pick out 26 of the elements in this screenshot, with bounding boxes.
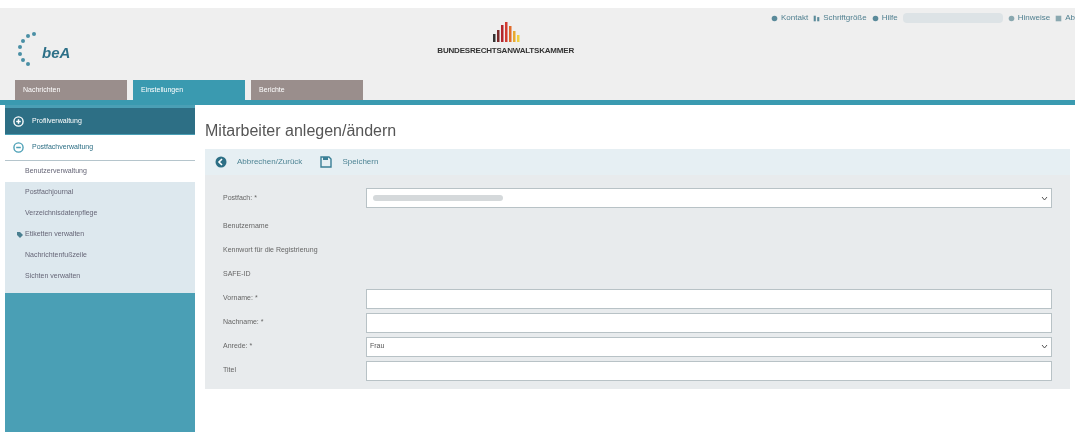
header-link[interactable]: Hinweise — [1007, 12, 1051, 24]
org-logo-icon — [490, 20, 521, 42]
plus-circle-icon — [13, 115, 24, 127]
back-button[interactable]: Abbrechen/Zurück — [215, 156, 303, 168]
circle-icon — [1007, 14, 1015, 22]
input-field[interactable] — [366, 288, 1052, 309]
select-field[interactable] — [366, 188, 1052, 208]
chevron-down-icon — [1041, 344, 1048, 349]
org-name: BUNDESRECHTSANWALTSKAMMER — [437, 45, 574, 57]
save-button[interactable]: Speichern — [320, 156, 379, 168]
chevron-down-icon — [1041, 195, 1048, 201]
header-link[interactable]: Ab — [1055, 12, 1075, 24]
header-link[interactable]: Hilfe — [871, 12, 898, 24]
tag-icon — [17, 231, 23, 238]
logo-text: beA — [42, 42, 71, 63]
arrow-circle-icon — [215, 156, 227, 168]
minus-circle-icon — [13, 142, 24, 153]
square-icon — [1055, 14, 1063, 22]
input-field[interactable] — [366, 312, 1052, 333]
header-link[interactable]: Schriftgröße — [813, 12, 867, 24]
circle-icon — [871, 14, 879, 22]
header-link[interactable]: Kontakt — [771, 12, 809, 24]
page-title: Mitarbeiter anlegen/ändern — [205, 121, 398, 141]
text-size-icon — [813, 14, 821, 22]
input-field[interactable] — [366, 360, 1052, 381]
circle-icon — [771, 14, 778, 22]
